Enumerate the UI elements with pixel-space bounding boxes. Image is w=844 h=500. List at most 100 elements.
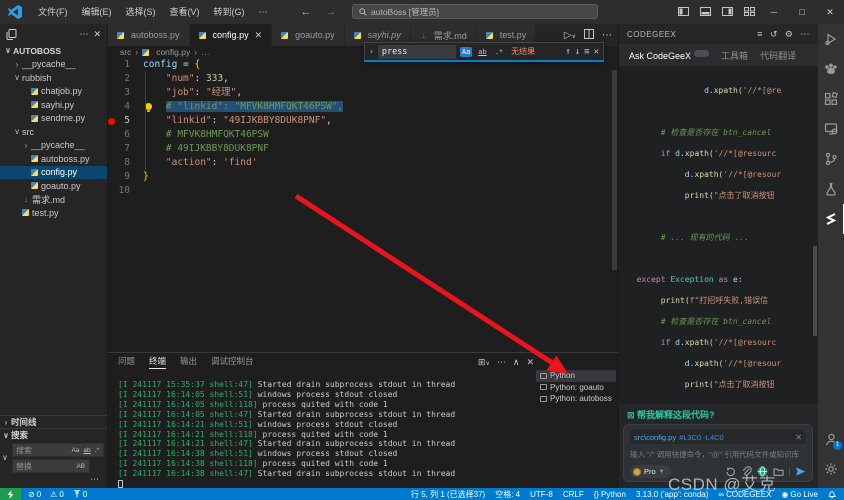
files-icon[interactable] (6, 29, 17, 40)
explorer-close-icon[interactable]: ✕ (93, 29, 101, 40)
language-status[interactable]: {} Python (594, 490, 626, 499)
tree-item[interactable]: ›__pycache__ (0, 139, 107, 153)
panel-tab-问题[interactable]: 问题 (118, 355, 135, 369)
toggle-panel-icon[interactable] (694, 7, 716, 18)
terminal-instance[interactable]: Python: autoboss (536, 393, 616, 405)
account-icon[interactable]: 1 (818, 424, 844, 454)
panel-close-icon[interactable]: ✕ (526, 357, 534, 368)
settings-icon[interactable]: ⚙ (785, 29, 794, 40)
codegeex-tab-代码翻译[interactable]: 代码翻译 (760, 49, 796, 62)
tree-item[interactable]: chatjob.py (0, 85, 107, 99)
panel-tab-输出[interactable]: 输出 (180, 355, 197, 369)
run-python-button[interactable]: ▷∨ (564, 30, 576, 41)
code-line[interactable]: 2 "num": 333, (108, 72, 618, 86)
code-line[interactable]: 7 # 49IJKBBY8DUK8PNF (108, 142, 618, 156)
indentation-status[interactable]: 空格: 4 (495, 489, 520, 500)
find-whole-word-icon[interactable]: ab (476, 47, 488, 57)
tree-item[interactable]: test.py (0, 206, 107, 220)
minimize-button[interactable]: ─ (760, 0, 788, 24)
code-line[interactable]: 8 "action": 'find' (108, 156, 618, 170)
editor-scrollbar[interactable] (612, 70, 617, 270)
nav-forward-icon[interactable]: → (326, 6, 337, 18)
toggle-sidebar-icon[interactable] (672, 7, 694, 18)
find-in-selection-icon[interactable]: ≡ (584, 47, 589, 57)
tree-item[interactable]: ∨rubbish (0, 71, 107, 85)
tree-item[interactable]: ↓需求.md (0, 193, 107, 207)
search-details-icon[interactable]: ⋯ (0, 473, 108, 488)
sidebar-replace-input[interactable]: 替换 AB (12, 459, 90, 473)
manage-gear-icon[interactable] (818, 454, 844, 484)
send-icon[interactable] (795, 466, 806, 477)
command-center-search[interactable]: autoBoss [管理员] (352, 4, 598, 19)
menu-item[interactable]: 查看(V) (163, 0, 207, 24)
find-input[interactable]: press (378, 45, 456, 59)
codegeex-scrollbar[interactable] (813, 246, 817, 336)
whole-word-icon[interactable]: ab (82, 447, 91, 454)
search-section[interactable]: ∨搜索 (0, 428, 108, 441)
toggle-replace-icon[interactable]: ∨ (2, 453, 8, 462)
terminal-instance[interactable]: Python (536, 370, 616, 382)
tab-autoboss.py[interactable]: autoboss.py (108, 24, 190, 46)
tree-item[interactable]: ›__pycache__ (0, 58, 107, 72)
regex-icon[interactable]: .* (94, 447, 100, 454)
codegeex-tab-工具箱[interactable]: 工具箱 (721, 49, 748, 62)
find-toggle-icon[interactable]: › (369, 47, 374, 56)
codegeex-activity-icon[interactable] (818, 204, 844, 234)
menu-item[interactable]: 选择(S) (119, 0, 163, 24)
encoding-status[interactable]: UTF-8 (530, 490, 553, 499)
find-prev-icon[interactable]: ↑ (565, 47, 570, 57)
codegeex-tab-Ask CodeGeeX[interactable]: Ask CodeGeeX (629, 50, 709, 61)
codegeex-more-icon[interactable]: ⋯ (801, 29, 811, 40)
model-selector[interactable]: Pro ▼ (630, 465, 671, 478)
golive-status[interactable]: ◉ Go Live (781, 490, 818, 499)
panel-maximize-icon[interactable]: ∧ (513, 357, 520, 368)
new-terminal-icon[interactable]: ⊞∨ (478, 357, 490, 368)
warnings-status[interactable]: ⚠ 0 (50, 490, 64, 499)
extensions-icon[interactable] (818, 84, 844, 114)
new-chat-icon[interactable]: ≡ (757, 29, 763, 39)
eol-status[interactable]: CRLF (563, 490, 584, 499)
chip-close-icon[interactable]: ✕ (795, 433, 802, 442)
tree-item[interactable]: sayhi.py (0, 98, 107, 112)
maximize-button[interactable]: □ (788, 0, 816, 24)
find-next-icon[interactable]: ↓ (575, 47, 580, 57)
customize-layout-icon[interactable] (738, 7, 760, 18)
code-line[interactable]: 9} (108, 170, 618, 184)
timeline-section[interactable]: ›时间线 (0, 415, 108, 428)
code-line[interactable]: 3 "job": "经理", (108, 86, 618, 100)
code-editor[interactable]: 1config = {2 "num": 333,3 "job": "经理",4 … (108, 58, 618, 352)
terminal-instance[interactable]: Python: goauto (536, 382, 616, 394)
tab-goauto.py[interactable]: goauto.py (272, 24, 345, 46)
remote-explorer-icon[interactable] (818, 114, 844, 144)
remote-indicator[interactable] (0, 488, 21, 500)
explain-code-suggestion[interactable]: ⊠ 帮我解释这段代码? (627, 408, 715, 421)
source-control-icon[interactable] (818, 144, 844, 174)
find-close-icon[interactable]: ✕ (594, 47, 599, 57)
code-line[interactable]: 10 (108, 184, 618, 198)
paw-extension-icon[interactable] (818, 54, 844, 84)
menu-item[interactable]: 转到(G) (207, 0, 252, 24)
tree-item[interactable]: config.py (0, 166, 107, 180)
bell-icon[interactable] (828, 490, 836, 499)
find-regex-icon[interactable]: .* (493, 47, 505, 57)
tree-item[interactable]: autoboss.py (0, 152, 107, 166)
tree-item[interactable]: sendme.py (0, 112, 107, 126)
close-button[interactable]: ✕ (816, 0, 844, 24)
match-case-icon[interactable]: Aa (70, 447, 80, 454)
explorer-more-icon[interactable]: ⋯ (79, 29, 89, 40)
code-line[interactable]: 6 # MFVK8HMFQKT46PSW (108, 128, 618, 142)
errors-status[interactable]: ⊘ 0 (28, 490, 41, 499)
find-match-case-icon[interactable]: Aa (460, 47, 472, 57)
code-line[interactable]: 4 # "linkid": "MFVK8HMFQKT46PSW", (108, 100, 618, 114)
panel-more-icon[interactable]: ⋯ (497, 357, 506, 368)
editor-more-icon[interactable]: ⋯ (602, 30, 612, 41)
lightbulb-icon[interactable] (145, 103, 152, 110)
panel-tab-调试控制台[interactable]: 调试控制台 (211, 355, 254, 369)
tree-item[interactable]: goauto.py (0, 179, 107, 193)
code-line[interactable]: 5 "linkid": "49IJKBBY8DUK8PNF", (108, 114, 618, 128)
panel-tab-终端[interactable]: 终端 (149, 355, 166, 369)
history-icon[interactable]: ↺ (770, 29, 778, 40)
menu-item[interactable]: 编辑(E) (75, 0, 119, 24)
breakpoint-icon[interactable] (108, 118, 115, 125)
sidebar-search-input[interactable]: 搜索 Aa ab .* (12, 443, 104, 457)
